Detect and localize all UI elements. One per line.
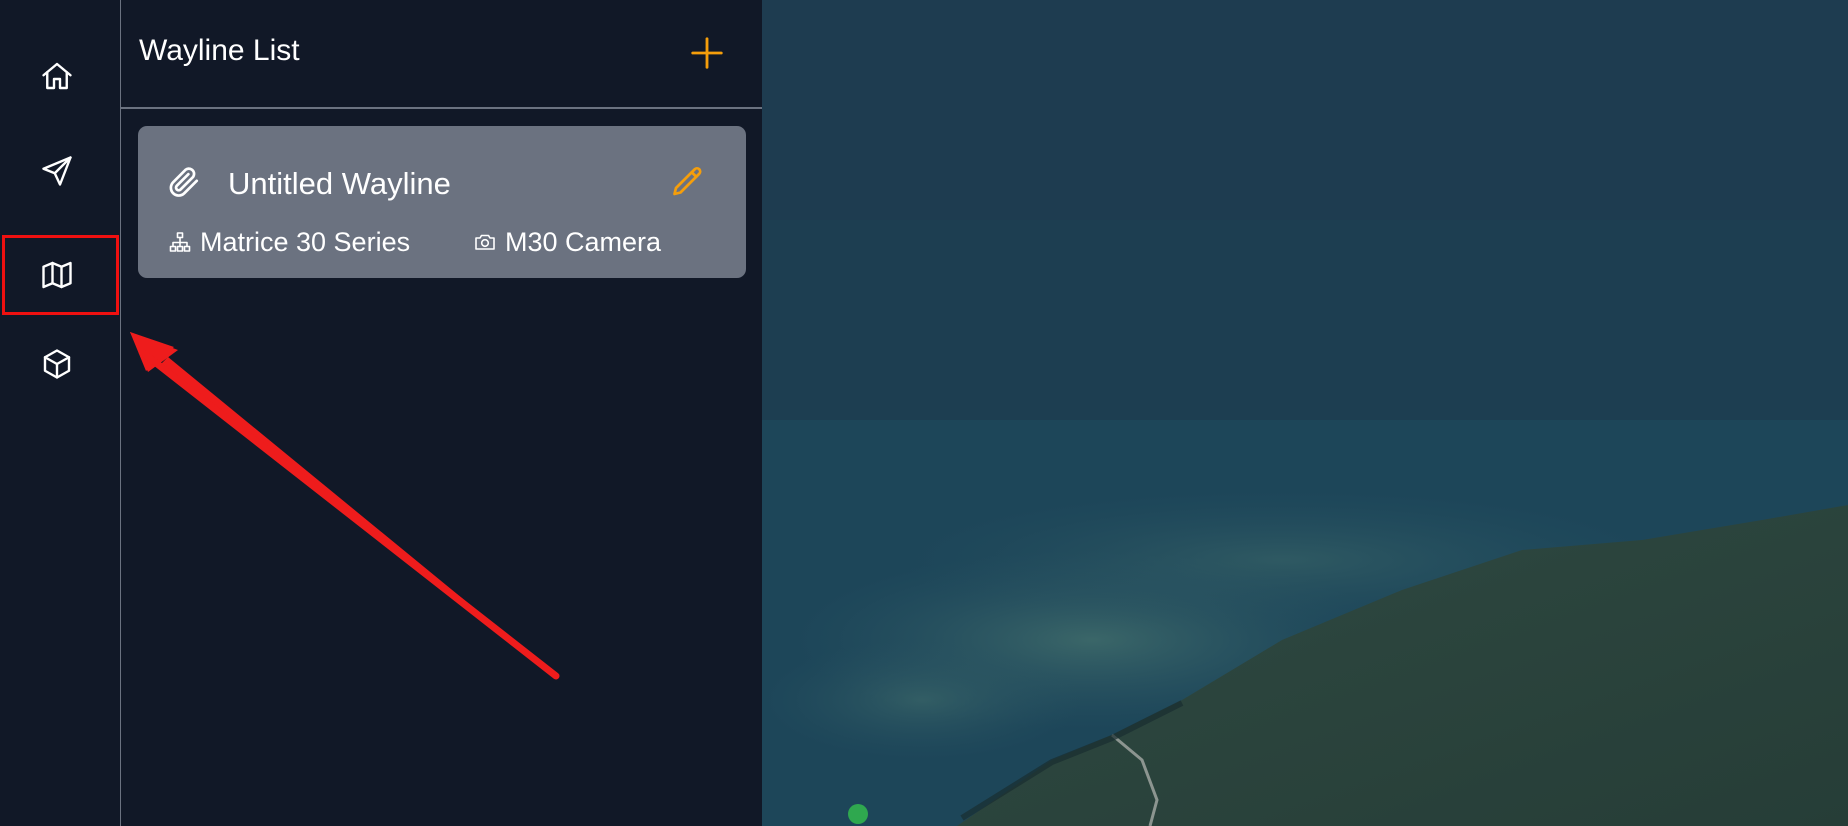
camera-model: M30 Camera	[473, 226, 661, 258]
sidebar-nav	[0, 0, 121, 826]
map-icon	[42, 261, 72, 289]
app-root: Wayline List Untitled Wayline Matrice 30…	[0, 0, 1848, 826]
add-wayline-button[interactable]	[682, 30, 732, 76]
map-view[interactable]	[762, 0, 1848, 826]
wayline-panel: Wayline List Untitled Wayline Matrice 30…	[121, 0, 762, 826]
hierarchy-icon	[169, 232, 191, 252]
camera-model-label: M30 Camera	[505, 226, 662, 257]
pencil-icon	[673, 166, 702, 196]
wayline-name: Untitled Wayline	[228, 166, 451, 201]
sidebar-item-home[interactable]	[0, 37, 114, 115]
camera-icon	[475, 234, 495, 250]
paperclip-icon	[169, 167, 199, 197]
drone-model-label: Matrice 30 Series	[200, 226, 411, 257]
edit-wayline-button[interactable]	[666, 160, 710, 204]
home-icon	[42, 62, 72, 90]
map-terrain	[762, 0, 1848, 826]
page-title: Wayline List	[139, 34, 300, 67]
drone-model: Matrice 30 Series	[168, 226, 410, 258]
send-icon	[42, 156, 72, 186]
sidebar-item-send[interactable]	[0, 132, 114, 210]
wayline-card[interactable]: Untitled Wayline Matrice 30 Series M30 C…	[138, 126, 746, 278]
sidebar-item-model[interactable]	[0, 325, 114, 403]
panel-header: Wayline List	[121, 0, 762, 109]
plus-icon	[691, 37, 723, 69]
sidebar-item-wayline[interactable]	[0, 236, 114, 314]
cube-icon	[43, 349, 71, 379]
